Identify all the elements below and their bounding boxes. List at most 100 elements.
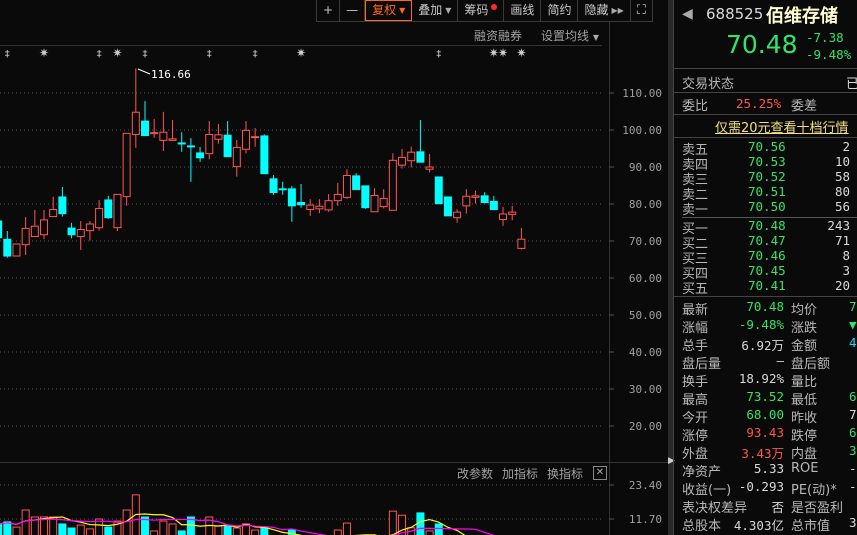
- candle-down: [297, 202, 306, 206]
- volume-bar: [214, 525, 223, 535]
- candle-up: [205, 133, 214, 155]
- info-event-icon: ‡: [436, 49, 441, 60]
- stat-value: 18.92%: [738, 371, 784, 386]
- stat-value: 6: [849, 425, 857, 440]
- stat-value: 6: [849, 389, 857, 404]
- level-volume: 58: [834, 169, 850, 184]
- candle-up: [251, 136, 260, 139]
- stat-label: 总股本: [682, 519, 722, 534]
- ask-row[interactable]: 卖一 70.50 56: [682, 199, 857, 218]
- volume-bar: [67, 527, 76, 535]
- candle-up: [398, 156, 407, 166]
- quote-panel: ◀ 688525 佰维存储 70.48 -7.38 -9.48% 交易状态 已 …: [673, 0, 857, 535]
- stat-value: -9.48%: [738, 317, 784, 332]
- candle-up: [241, 129, 250, 150]
- star-event-icon: ✷: [112, 46, 122, 60]
- volume-bar: [0, 523, 3, 535]
- stat-value: 否: [771, 500, 784, 515]
- price-tick-label: 100.00: [622, 124, 662, 137]
- stat-row: 涨停 93.43 跌停 6: [682, 425, 857, 444]
- candle-down: [67, 227, 76, 236]
- candle-up: [499, 213, 508, 221]
- stat-label: 换手: [682, 375, 709, 390]
- stat-label: 最低: [791, 393, 818, 408]
- stat-value: -6: [849, 479, 857, 494]
- weicha-label: 委差: [791, 99, 818, 114]
- candle-up: [21, 227, 30, 246]
- level-price: 70.53: [748, 154, 786, 169]
- candle-up: [388, 159, 397, 211]
- add-indicator-button[interactable]: 加指标: [502, 465, 538, 482]
- level-volume: 56: [834, 199, 850, 214]
- volume-bar: [159, 520, 168, 535]
- candle-down: [3, 238, 12, 257]
- switch-indicator-button[interactable]: 换指标: [547, 465, 583, 482]
- candle-down: [480, 195, 489, 204]
- stat-row: 换手 18.92% 量比: [682, 371, 857, 390]
- candle-up: [370, 194, 379, 213]
- stat-label: 量比: [791, 375, 818, 390]
- stat-value: 70.48: [746, 299, 784, 314]
- stat-row: 最高 73.52 最低 6: [682, 389, 857, 408]
- level-label: 卖一: [682, 203, 709, 218]
- close-indicator-icon[interactable]: ✕: [593, 466, 607, 480]
- stat-value: 3.: [849, 443, 857, 458]
- volume-bar: [388, 510, 397, 535]
- trade-status-label: 交易状态: [682, 77, 735, 92]
- volume-bar: [425, 530, 434, 535]
- candle-down: [287, 188, 296, 207]
- stat-row: 总手 6.92万金额 4.: [682, 335, 857, 354]
- info-event-icon: ‡: [143, 49, 148, 60]
- candle-up: [122, 132, 131, 198]
- stat-value: —: [776, 353, 784, 368]
- level-price: 70.48: [748, 218, 786, 233]
- star-event-icon: ✷: [296, 46, 306, 60]
- kline-chart[interactable]: 110.00 100.00 90.00 80.00 70.00 60.00 50.00 40.…: [0, 0, 668, 535]
- candle-up: [333, 193, 342, 202]
- candle-down: [489, 200, 498, 211]
- info-event-icon: ‡: [5, 49, 10, 60]
- price-change: -7.38: [806, 30, 844, 45]
- candle-up: [306, 204, 315, 211]
- price-tick-label: 70.00: [629, 235, 662, 248]
- stat-row: 总股本 4.303亿总市值 303: [682, 515, 857, 534]
- stat-row: 今开 68.00 昨收 7: [682, 407, 857, 426]
- candle-down: [260, 135, 269, 175]
- stat-row: 涨幅 -9.48% 涨跌 ▼: [682, 317, 857, 336]
- level-price: 70.46: [748, 248, 786, 263]
- bid-row[interactable]: 买五 70.41 20: [682, 278, 857, 297]
- prev-stock-icon[interactable]: ◀: [682, 6, 693, 22]
- candle-up: [508, 211, 517, 215]
- info-event-icon: ‡: [207, 49, 212, 60]
- level-volume: 80: [834, 184, 850, 199]
- volume-bar: [342, 522, 351, 535]
- candle-down: [352, 175, 361, 191]
- candle-down: [278, 188, 287, 191]
- stat-label: 跌停: [791, 429, 818, 444]
- stat-label: 内盘: [791, 447, 818, 462]
- candle-up: [425, 166, 434, 170]
- stat-label: 外盘: [682, 447, 709, 462]
- candle-down: [361, 185, 370, 209]
- last-price: 70.48: [726, 30, 798, 59]
- level2-promo-link[interactable]: 仅需20元查看十档行情: [715, 117, 849, 136]
- star-event-icon: ✷: [516, 46, 526, 60]
- volume-tick-label: 23.40: [629, 479, 662, 492]
- stock-name: 佰维存储: [766, 6, 838, 27]
- candle-up: [517, 238, 526, 249]
- stat-label: 均价: [791, 303, 818, 318]
- price-tick-label: 110.00: [622, 87, 662, 100]
- info-event-icon: ‡: [253, 49, 258, 60]
- volume-bar: [104, 526, 113, 535]
- stat-value: 6.92万: [741, 338, 784, 353]
- volume-bar: [168, 523, 177, 535]
- info-event-icon: ‡: [97, 49, 102, 60]
- stat-value: -0.293: [738, 479, 784, 494]
- candle-up: [379, 197, 388, 208]
- stat-value: ▼: [849, 317, 857, 332]
- level-volume: 10: [834, 154, 850, 169]
- edit-params-button[interactable]: 改参数: [457, 465, 493, 482]
- stat-value: 4.: [849, 335, 857, 350]
- price-tick-label: 40.00: [629, 346, 662, 359]
- volume-bar: [150, 530, 159, 535]
